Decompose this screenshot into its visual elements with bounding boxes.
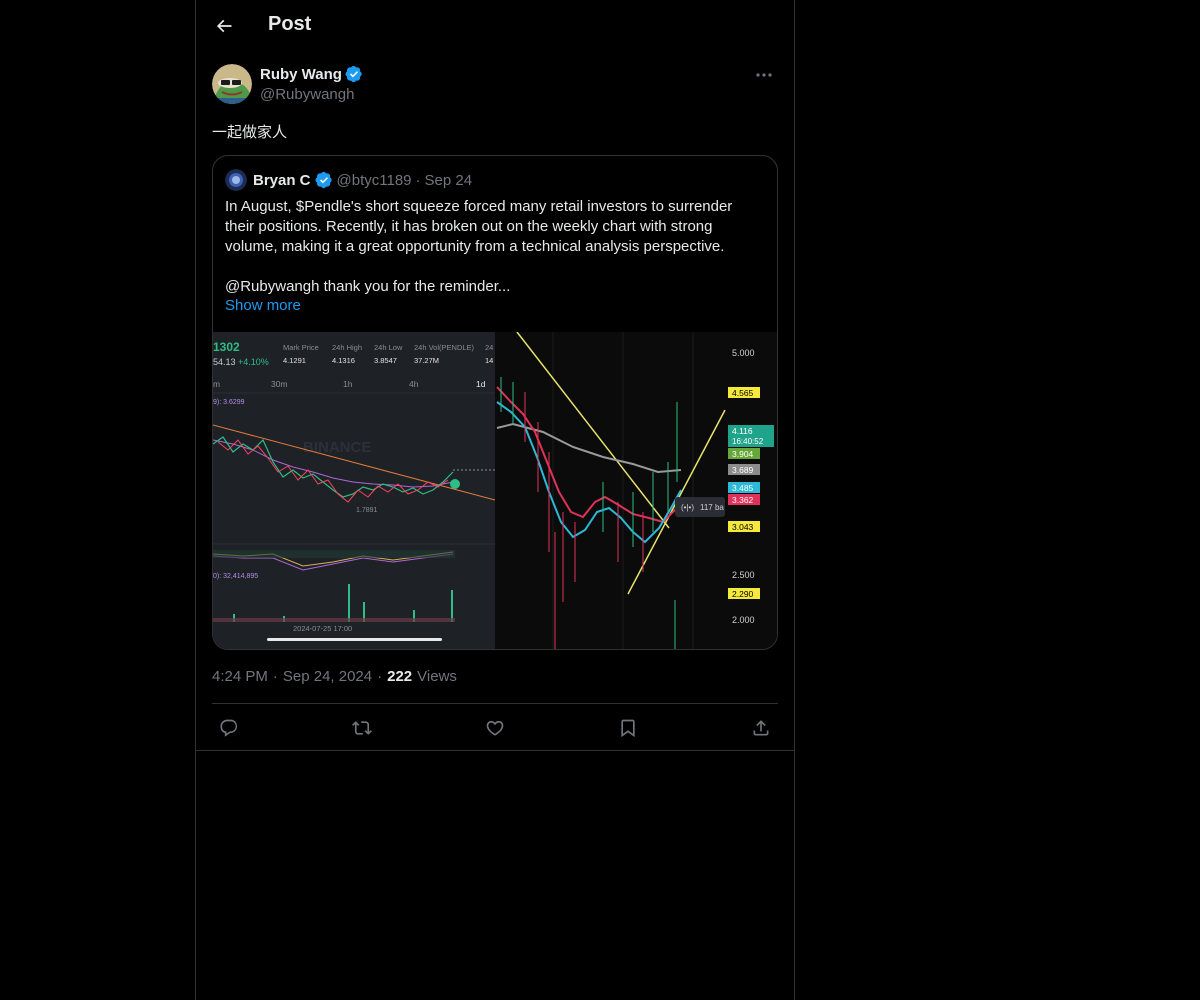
volume-label: 0): 32,414,895 xyxy=(213,573,258,580)
avatar[interactable] xyxy=(212,64,252,104)
author-name[interactable]: Ruby Wang xyxy=(260,66,342,83)
stat-value: 4.1291 xyxy=(283,356,306,365)
separator-dot: · xyxy=(272,668,278,685)
price-tag-text: 3.043 xyxy=(732,522,754,532)
reply-button[interactable] xyxy=(212,708,246,748)
stat-label: Mark Price xyxy=(283,343,319,352)
timeframe-tab: 1d xyxy=(476,379,486,389)
chart-change-prefix: 54.13 xyxy=(213,357,236,367)
divider xyxy=(196,750,794,751)
verified-badge-icon xyxy=(345,65,362,83)
repost-button[interactable] xyxy=(345,708,379,748)
quoted-text-line: In August, $Pendle's short squeeze force… xyxy=(225,198,733,215)
verified-badge-icon xyxy=(315,171,332,189)
price-tag-text: 2.290 xyxy=(732,589,754,599)
stat-label: 24h High xyxy=(332,343,362,352)
author-handle[interactable]: @Rubywangh xyxy=(260,86,354,103)
show-more-link[interactable]: Show more xyxy=(225,297,301,314)
stat-value: 4.1316 xyxy=(332,356,355,365)
post-time[interactable]: 4:24 PM xyxy=(212,668,268,685)
reply-icon xyxy=(220,719,238,737)
axis-tick: 2.500 xyxy=(732,570,755,580)
stat-value: 3.8547 xyxy=(374,356,397,365)
price-tag-text: 3.689 xyxy=(732,465,754,475)
price-tag-text: 3.904 xyxy=(732,449,754,459)
axis-tick: 5.000 xyxy=(732,348,755,358)
views-count: 222 xyxy=(387,668,413,685)
more-dots-icon xyxy=(756,73,772,77)
quoted-post-date[interactable]: Sep 24 xyxy=(425,172,473,189)
like-icon xyxy=(486,720,504,736)
author-block: Ruby Wang @Rubywangh xyxy=(212,64,778,106)
quoted-text-line: their positions. Recently, it has broken… xyxy=(225,218,713,235)
bookmark-icon xyxy=(621,719,635,738)
bars-icon: (•|•) xyxy=(681,503,694,512)
price-tag-subtext: 16:40:52 xyxy=(732,437,764,446)
views-label: Views xyxy=(417,668,457,685)
axis-tick: 2.000 xyxy=(732,615,755,625)
stat-value: 14 xyxy=(485,356,493,365)
timeframe-tab: m xyxy=(213,379,220,389)
price-tag-text: 3.485 xyxy=(732,483,754,493)
action-bar xyxy=(212,708,778,748)
bookmark-button[interactable] xyxy=(611,708,645,748)
chart-price: 1302 xyxy=(213,340,240,354)
stat-label: 24h Vol(PENDLE) xyxy=(414,343,475,352)
post-column: Post Ruby Wang @Rubywangh 一起做家人 Bryan C … xyxy=(195,0,795,1000)
timeframe-tab: 30m xyxy=(271,379,288,389)
post-meta: 4:24 PM · Sep 24, 2024 · 222 Views xyxy=(212,668,457,685)
more-options-button[interactable] xyxy=(750,64,778,86)
price-tag-text: 4.565 xyxy=(732,388,754,398)
quoted-media-image[interactable]: 1302 54.13 +4.10% Mark Price 4.1291 24h … xyxy=(213,331,777,649)
stat-label: 24h Low xyxy=(374,343,403,352)
divider xyxy=(212,703,778,704)
timeframe-tab: 1h xyxy=(343,379,353,389)
separator-dot: · xyxy=(377,668,383,685)
header: Post xyxy=(196,0,794,53)
low-label: 1.7891 xyxy=(356,507,378,514)
quoted-text-line: volume, making it a great opportunity fr… xyxy=(225,238,725,255)
timeframe-tab: 4h xyxy=(409,379,419,389)
quoted-post-text: In August, $Pendle's short squeeze force… xyxy=(225,197,765,297)
stat-label: 24 xyxy=(485,343,493,352)
back-button[interactable] xyxy=(208,10,240,42)
date-label: 2024-07-25 17:00 xyxy=(293,624,352,633)
post-text: 一起做家人 xyxy=(212,123,288,141)
separator-dot: · xyxy=(415,171,421,189)
price-tag-text: 3.362 xyxy=(732,495,754,505)
share-button[interactable] xyxy=(744,708,778,748)
share-icon xyxy=(753,720,769,736)
quoted-post[interactable]: Bryan C @btyc1189 · Sep 24 In August, $P… xyxy=(212,155,778,650)
like-button[interactable] xyxy=(478,708,512,748)
watermark: BINANCE xyxy=(303,439,371,456)
repost-icon xyxy=(352,721,372,735)
quoted-post-header: Bryan C @btyc1189 · Sep 24 xyxy=(225,169,472,191)
indicator-label: 9): 3.6299 xyxy=(213,399,245,406)
quoted-author-handle: @btyc1189 xyxy=(336,171,412,189)
arrow-left-icon xyxy=(216,19,232,33)
chart-change: +4.10% xyxy=(238,357,269,367)
post-date[interactable]: Sep 24, 2024 xyxy=(283,668,372,685)
quoted-author-name[interactable]: Bryan C xyxy=(253,172,311,189)
stat-value: 37.27M xyxy=(414,356,439,365)
page-title: Post xyxy=(268,13,312,35)
quoted-avatar[interactable] xyxy=(225,169,247,191)
price-tag-text: 4.116 xyxy=(732,426,753,436)
quoted-mention-line: @Rubywangh thank you for the reminder... xyxy=(225,278,511,295)
bars-label: 117 ba xyxy=(700,503,724,512)
